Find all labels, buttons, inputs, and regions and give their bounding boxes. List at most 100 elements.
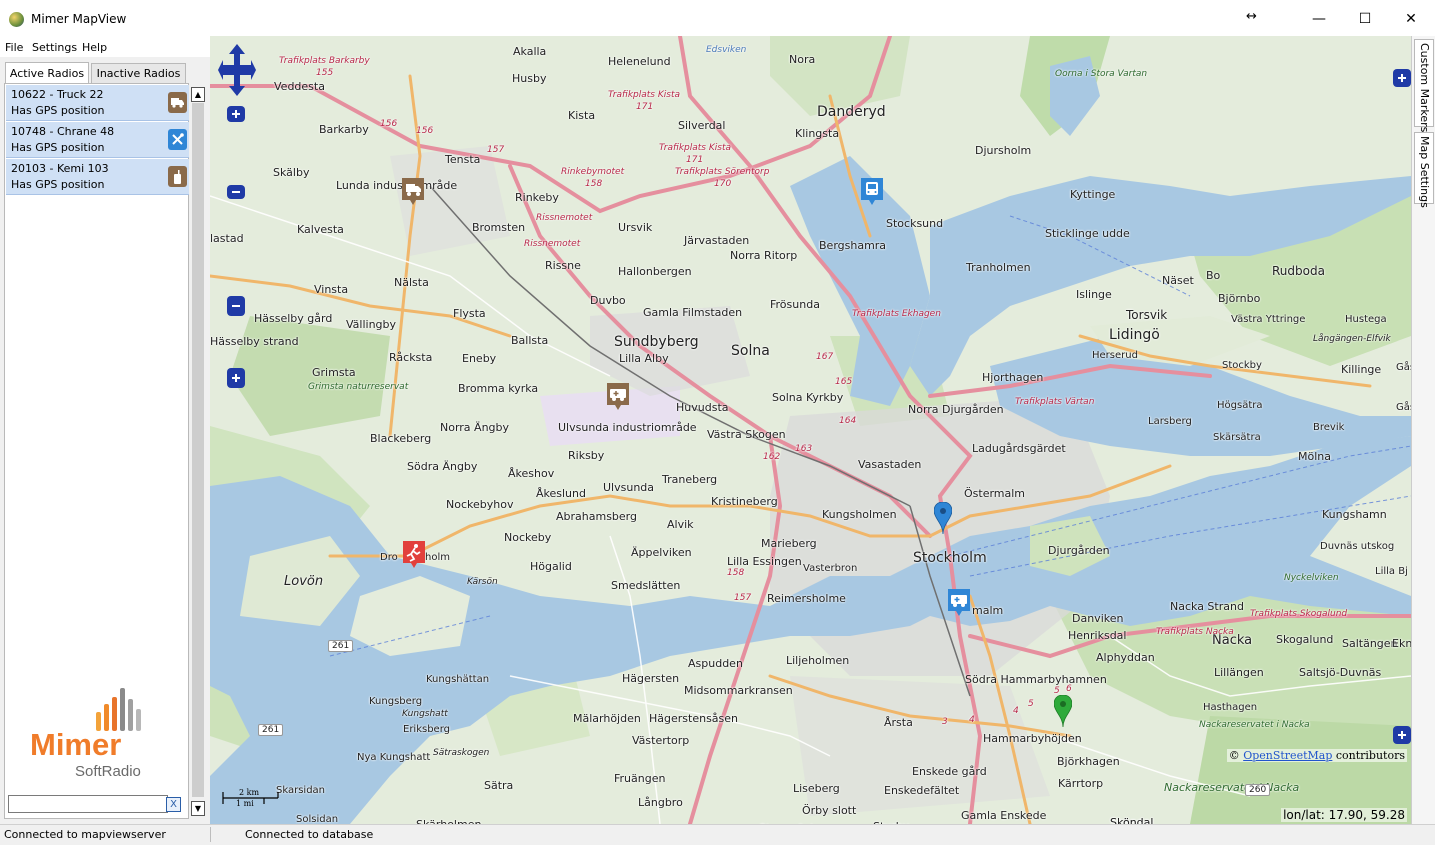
add-marker-bottom-icon[interactable] (1393, 726, 1411, 744)
list-item-radio-10622[interactable]: 10622 - Truck 22 Has GPS position (6, 85, 189, 121)
map-road-label: Rissnemotet (536, 213, 593, 223)
map-place-label: Killinge (1341, 363, 1382, 376)
scroll-thumb[interactable] (192, 103, 204, 797)
map-place-label: Årsta (884, 716, 913, 729)
map-view[interactable]: Akalla Helenelund Nora Edsviken Veddesta Husb… (210, 36, 1411, 824)
map-place-label: Östermalm (964, 487, 1026, 500)
map-place-label: Ulvsunda (603, 481, 655, 494)
map-road-label: Rinkebymotet (561, 167, 625, 177)
map-place-label: Eneby (462, 352, 497, 365)
map-place-label: Brevik (1313, 422, 1345, 433)
green-pin[interactable] (1054, 695, 1072, 727)
map-place-label: Eriksberg (403, 724, 450, 735)
pan-control[interactable] (218, 44, 256, 96)
bus-marker[interactable] (859, 176, 885, 206)
ambulance-marker-blue[interactable] (946, 587, 972, 617)
map-place-label: Nora (789, 53, 816, 66)
tab-custom-markers-label: Custom Markers (1418, 43, 1431, 133)
osm-link[interactable]: OpenStreetMap (1243, 749, 1332, 762)
map-place-label: Klingsta (795, 127, 840, 140)
zoom-out-icon[interactable] (227, 185, 245, 199)
tab-inactive-radios[interactable]: Inactive Radios (91, 63, 186, 83)
attribution-suffix: contributors (1335, 749, 1405, 762)
map-place-label: Djursholm (975, 144, 1032, 157)
map-place-label: Örby slott (802, 804, 857, 817)
map-place-label: Skogalund (1276, 633, 1334, 646)
map-road-label: 158 (585, 179, 603, 189)
menu-file[interactable]: File (5, 41, 23, 54)
add-marker-top-icon[interactable] (1393, 69, 1411, 87)
clear-search-button[interactable]: X (166, 797, 181, 812)
map-place-label: Saltängen (1342, 637, 1398, 650)
map-scale: 2 km 1 mi (222, 788, 282, 810)
scale-mi: 1 mi (236, 799, 254, 808)
scroll-up-icon[interactable]: ▲ (191, 87, 205, 102)
incident-marker[interactable] (401, 539, 427, 569)
map-place-label: lastad (210, 232, 244, 245)
search-input[interactable] (8, 795, 168, 813)
map-place-label: Vällingby (346, 318, 397, 331)
map-road-label: Trafikplats Värtan (1015, 397, 1095, 407)
maximize-button[interactable]: ☐ (1342, 0, 1388, 38)
map-place-label: Lilla Alby (619, 352, 669, 365)
zoom-slider-minus-icon[interactable] (227, 296, 245, 316)
map-place-label: Hustega (1345, 314, 1387, 325)
map-place-label: Larsberg (1148, 416, 1192, 427)
tab-active-radios[interactable]: Active Radios (5, 62, 89, 83)
radio-status: Has GPS position (11, 141, 105, 154)
map-place-label: Kungshatt (402, 709, 448, 719)
map-place-label: Norra Ritorp (730, 249, 798, 262)
map-place-label: Frösunda (770, 298, 820, 311)
database-status: Connected to database (245, 828, 374, 841)
map-place-label: Sticklinge udde (1045, 227, 1130, 240)
map-place-label: Nälsta (394, 276, 429, 289)
map-place-label: Midsommarkransen (684, 684, 793, 697)
map-place-label: Sundbyberg (614, 334, 699, 350)
map-place-label: Södra Ängby (407, 460, 478, 473)
map-place-label: Hallonbergen (618, 265, 692, 278)
map-place-label: Herserud (1092, 350, 1138, 361)
map-place-label: Alphyddan (1096, 651, 1155, 664)
map-road-label: 171 (636, 102, 654, 112)
map-place-label: Södra Hammarbyhamnen (965, 673, 1107, 686)
map-place-label: Rinkeby (515, 191, 559, 204)
map-place-label: Åkeslund (536, 487, 586, 500)
copyright-symbol: © (1228, 749, 1240, 762)
map-place-label: Lilla Essingen (727, 555, 802, 568)
zoom-slider-plus-icon[interactable] (227, 368, 245, 388)
map-place-label: Helenelund (608, 55, 671, 68)
tab-custom-markers[interactable]: Custom Markers (1414, 39, 1434, 132)
menu-help[interactable]: Help (82, 41, 107, 54)
map-place-label: Kristineberg (711, 495, 778, 508)
route-shield: 261 (258, 724, 284, 736)
list-item-radio-20103[interactable]: 20103 - Kemi 103 Has GPS position (6, 159, 189, 195)
zoom-in-icon[interactable] (227, 106, 245, 122)
blue-pin[interactable] (934, 502, 952, 534)
lonlat-readout: lon/lat: 17.90, 59.28 (1281, 808, 1407, 822)
map-place-label: Gamla Filmstaden (643, 306, 743, 319)
map-place-label: Ballsta (511, 334, 549, 347)
truck-22-marker[interactable] (400, 176, 426, 206)
map-place-label: Fruängen (614, 772, 666, 785)
menu-settings[interactable]: Settings (32, 41, 77, 54)
map-place-label: Bromma kyrka (458, 382, 539, 395)
ambulance-marker-brown[interactable] (605, 381, 631, 411)
map-road-label: 6 (1066, 684, 1072, 694)
tab-map-settings[interactable]: Map Settings (1414, 132, 1434, 208)
route-shield: 260 (1245, 784, 1271, 796)
mimer-softradio-logo: Mimer SoftRadio (30, 685, 160, 785)
map-road-label: 167 (816, 352, 834, 362)
map-place-label: Hässelby gård (254, 312, 333, 325)
map-road-label: Trafikplats Skogalund (1250, 609, 1348, 619)
close-button[interactable]: ✕ (1388, 0, 1434, 38)
minimize-button[interactable]: — (1296, 0, 1342, 38)
map-place-label: Långbro (638, 796, 683, 809)
map-road-label: 157 (734, 593, 752, 603)
map-place-label: Lillängen (1214, 666, 1264, 679)
list-scrollbar[interactable]: ▲ ▼ (190, 83, 206, 819)
list-item-radio-10748[interactable]: 10748 - Chrane 48 Has GPS position (6, 122, 189, 158)
map-place-label: Enskedefältet (884, 784, 960, 797)
map-place-label: Vasastaden (858, 458, 922, 471)
scroll-down-icon[interactable]: ▼ (191, 801, 205, 816)
map-road-label: 156 (416, 126, 434, 136)
